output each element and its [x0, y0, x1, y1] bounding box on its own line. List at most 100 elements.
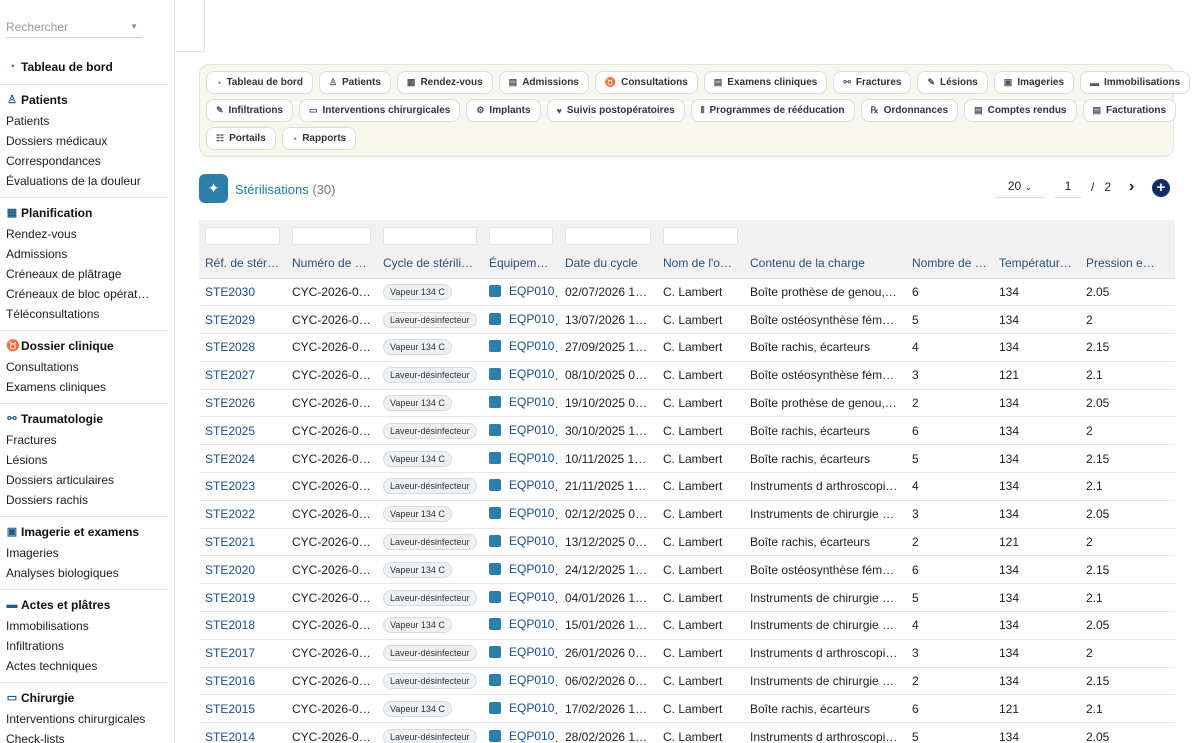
current-page-input[interactable]: 1 [1055, 176, 1081, 198]
column-header[interactable]: Cycle de stérilis… [377, 248, 483, 279]
nav-group-head[interactable]: ▭ Chirurgie [0, 687, 169, 709]
reference-link[interactable]: STE2027 [199, 361, 286, 390]
sidebar-item[interactable]: Correspondances [0, 151, 169, 171]
quick-access-button[interactable]: ⚯ Fractures [833, 71, 912, 94]
quick-access-button[interactable]: ♉ Consultations [594, 71, 698, 94]
equipment-cell[interactable]: EQP010 [483, 694, 559, 724]
reference-link[interactable]: STE2023 [199, 472, 286, 501]
nav-group-head[interactable]: ▬ Actes et plâtres [0, 594, 169, 616]
equipment-cell[interactable]: EQP010 [483, 444, 559, 474]
reference-link[interactable]: STE2015 [199, 694, 286, 724]
equipment-link[interactable]: EQP010 [489, 534, 554, 548]
column-header[interactable]: Température… [993, 248, 1080, 279]
quick-access-button[interactable]: ◔ Tableau de bord [206, 71, 313, 94]
column-filter-input[interactable] [565, 227, 651, 245]
column-header[interactable]: Contenu de la charge [744, 248, 906, 279]
equipment-link[interactable]: EQP010 [489, 701, 554, 715]
table-row[interactable]: STE2024 CYC-2026-0123 Vapeur 134 C EQP010 10… [199, 444, 1175, 474]
sidebar-item[interactable]: Dossiers articulaires [0, 470, 169, 490]
equipment-link[interactable]: EQP010 [489, 562, 554, 576]
nav-group-head[interactable]: ▦ Planification [0, 202, 169, 224]
sidebar-item[interactable]: Patients [0, 111, 169, 131]
reference-link[interactable]: STE2028 [199, 333, 286, 362]
quick-access-button[interactable]: ✎ Lésions [917, 71, 988, 94]
equipment-cell[interactable]: EQP010 [483, 555, 559, 585]
quick-access-button[interactable]: ▤ Examens cliniques [703, 71, 828, 94]
equipment-cell[interactable]: EQP010 [483, 500, 559, 529]
table-row[interactable]: STE2026 CYC-2026-0125 Vapeur 134 C EQP010 19… [199, 389, 1175, 418]
equipment-link[interactable]: EQP010 [489, 590, 554, 604]
column-filter-input[interactable] [663, 227, 738, 245]
sidebar-item[interactable]: Téléconsultations [0, 304, 169, 324]
column-header[interactable]: Date du cycle [559, 248, 657, 279]
table-row[interactable]: STE2027 CYC-2026-0126 Laveur-désinfecteur E… [199, 361, 1175, 390]
sidebar-item[interactable]: Analyses biologiques [0, 563, 169, 583]
equipment-link[interactable]: EQP010 [489, 478, 554, 492]
reference-link[interactable]: STE2019 [199, 583, 286, 613]
column-header[interactable]: Réf. de stéril… [199, 248, 286, 279]
sidebar-item[interactable]: Infiltrations [0, 636, 169, 656]
column-filter-input[interactable] [489, 227, 553, 245]
search-select[interactable]: Rechercher ▼ [6, 16, 142, 38]
table-row[interactable]: STE2019 CYC-2026-0118 Laveur-désinfecteur E… [199, 583, 1175, 613]
quick-access-button[interactable]: ▬ Immobilisations [1080, 71, 1191, 94]
sidebar-item[interactable]: Check-lists [0, 729, 169, 743]
table-row[interactable]: STE2017 CYC-2026-0116 Laveur-désinfecteur E… [199, 639, 1175, 668]
equipment-cell[interactable]: EQP010 [483, 416, 559, 446]
quick-access-button[interactable]: ▤ Facturations [1082, 99, 1177, 122]
quick-access-button[interactable]: ⚙ Implants [466, 99, 541, 122]
reference-link[interactable]: STE2024 [199, 444, 286, 474]
equipment-cell[interactable]: EQP010 [483, 361, 559, 390]
reference-link[interactable]: STE2018 [199, 611, 286, 640]
equipment-link[interactable]: EQP010 [489, 451, 554, 465]
equipment-link[interactable]: EQP010 [489, 645, 554, 659]
quick-access-button[interactable]: ✎ Infiltrations [206, 99, 293, 122]
table-row[interactable]: STE2018 CYC-2026-0117 Vapeur 134 C EQP010 15… [199, 611, 1175, 640]
table-row[interactable]: STE2025 CYC-2026-0124 Laveur-désinfecteur E… [199, 416, 1175, 446]
table-row[interactable]: STE2023 CYC-2026-0122 Laveur-désinfecteur E… [199, 472, 1175, 501]
column-filter-input[interactable] [383, 227, 477, 245]
equipment-link[interactable]: EQP010 [489, 506, 554, 520]
equipment-link[interactable]: EQP010 [489, 395, 554, 409]
equipment-cell[interactable]: EQP010 [483, 333, 559, 362]
sidebar-item[interactable]: Dossiers rachis [0, 490, 169, 510]
nav-group-head[interactable]: ♙ Patients [0, 89, 169, 111]
quick-access-button[interactable]: ⫴ Programmes de rééducation [690, 99, 855, 122]
equipment-link[interactable]: EQP010 [489, 339, 554, 353]
quick-access-button[interactable]: ♙ Patients [318, 71, 391, 94]
equipment-cell[interactable]: EQP010 [483, 667, 559, 696]
nav-group-head[interactable]: ▣ Imagerie et examens [0, 521, 169, 543]
sidebar-item[interactable]: Actes techniques [0, 656, 169, 676]
equipment-cell[interactable]: EQP010 [483, 639, 559, 668]
equipment-link[interactable]: EQP010 [489, 423, 554, 437]
sidebar-item[interactable]: Interventions chirurgicales [0, 709, 169, 729]
reference-link[interactable]: STE2025 [199, 416, 286, 446]
reference-link[interactable]: STE2030 [199, 278, 286, 307]
sidebar-item[interactable]: Immobilisations [0, 616, 169, 636]
column-filter-input[interactable] [292, 227, 371, 245]
equipment-link[interactable]: EQP010 [489, 673, 554, 687]
nav-group-head[interactable]: ◔ Tableau de bord [0, 56, 169, 78]
nav-group-head[interactable]: ⚯ Traumatologie [0, 408, 169, 430]
table-row[interactable]: STE2021 CYC-2026-0120 Laveur-désinfecteur E… [199, 528, 1175, 557]
equipment-cell[interactable]: EQP010 [483, 583, 559, 613]
table-row[interactable]: STE2029 CYC-2026-0128 Laveur-désinfecteur E… [199, 305, 1175, 335]
quick-access-button[interactable]: ♥ Suivis postopératoires [546, 99, 685, 122]
table-row[interactable]: STE2016 CYC-2026-0115 Laveur-désinfecteur E… [199, 667, 1175, 696]
quick-access-button[interactable]: ℞ Ordonnances [860, 99, 959, 122]
quick-access-button[interactable]: ▦ Rendez-vous [396, 71, 493, 94]
quick-access-button[interactable]: ▣ Imageries [993, 71, 1075, 94]
equipment-cell[interactable]: EQP010 [483, 528, 559, 557]
quick-access-button[interactable]: ▭ Interventions chirurgicales [299, 99, 461, 122]
quick-access-button[interactable]: ▤ Admissions [498, 71, 589, 94]
column-header[interactable]: Pression en … [1080, 248, 1167, 279]
equipment-link[interactable]: EQP010 [489, 312, 554, 326]
column-header[interactable]: Nom de l'op… [657, 248, 744, 279]
equipment-cell[interactable]: EQP010 [483, 611, 559, 640]
quick-access-button[interactable]: ☷ Portails [206, 127, 276, 150]
quick-access-button[interactable]: ◔ Rapports [281, 127, 357, 150]
sidebar-item[interactable]: Créneaux de plâtrage [0, 264, 169, 284]
column-header[interactable]: Nombre de p… [906, 248, 993, 279]
table-row[interactable]: STE2014 CYC-2026-0113 Laveur-désinfecteur E… [199, 722, 1175, 743]
table-row[interactable]: STE2022 CYC-2026-0121 Vapeur 134 C EQP010 02… [199, 500, 1175, 529]
